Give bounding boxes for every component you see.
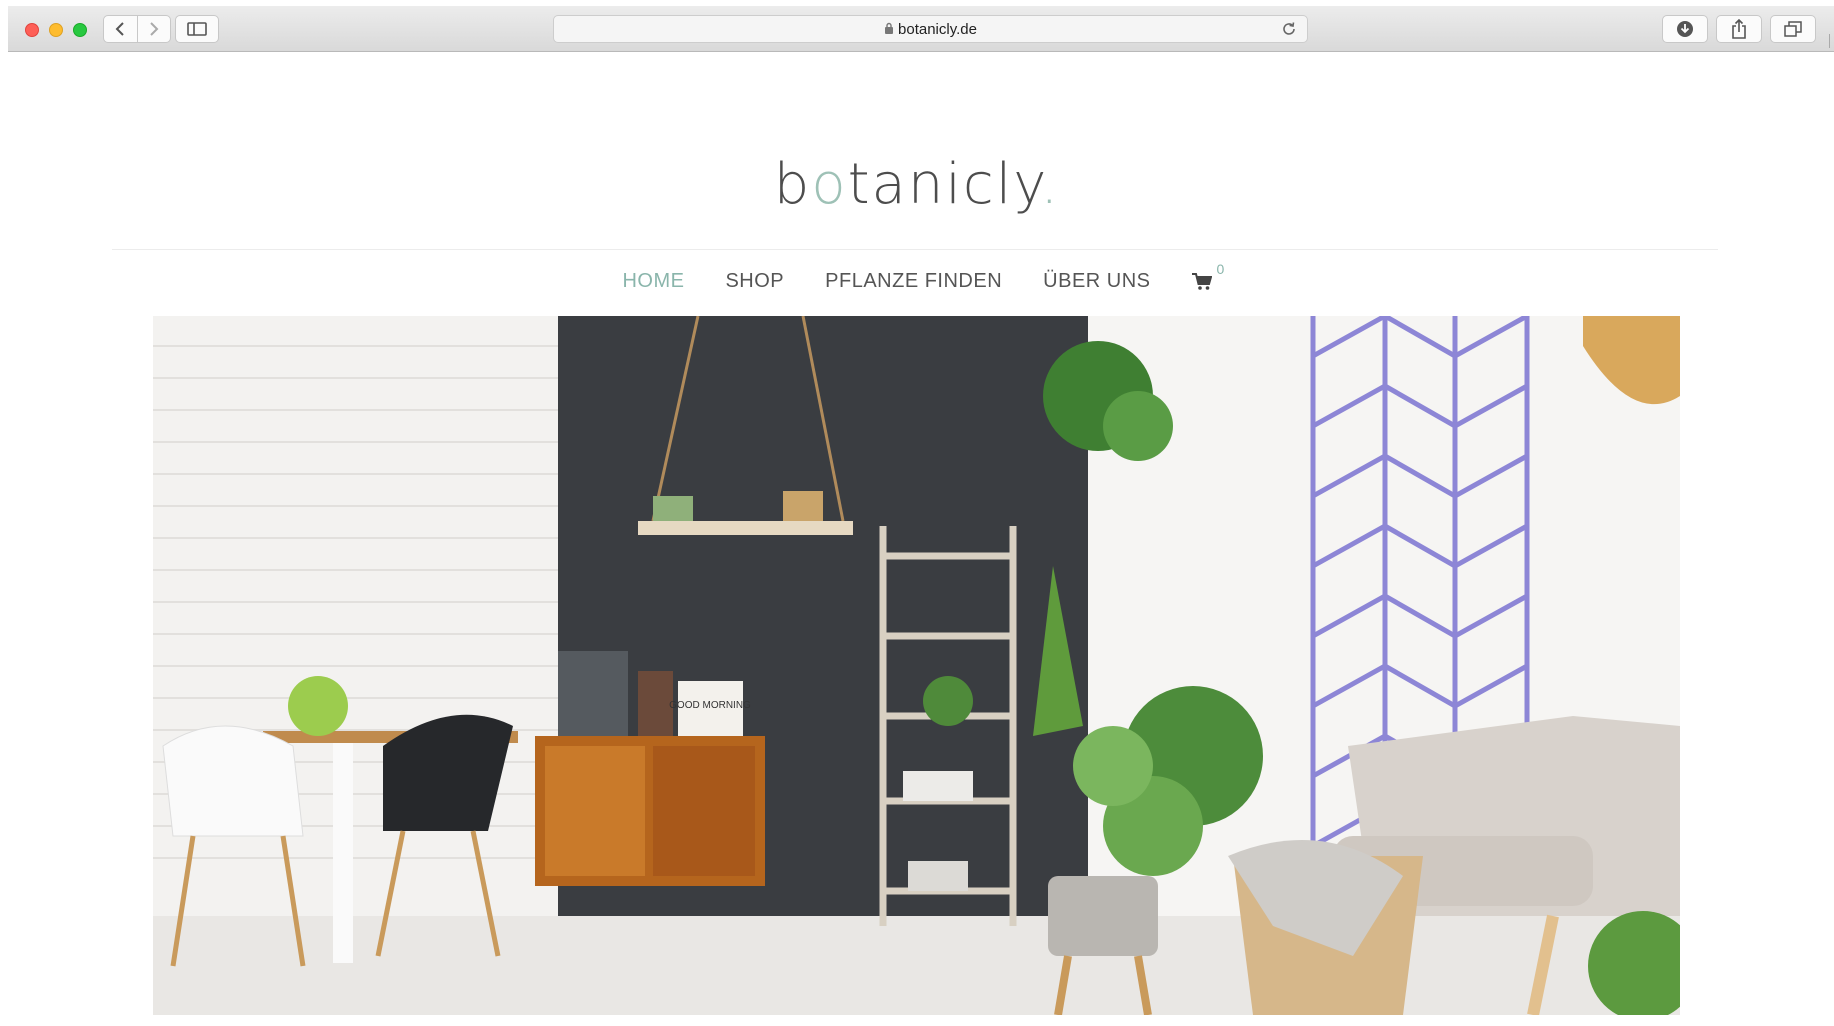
white-chair [162,725,304,837]
browser-toolbar: botanicly.de [8,6,1834,52]
hanging-shelf [638,521,853,535]
history-nav [103,15,171,43]
hero-image: GOOD MORNING [153,316,1680,1015]
forward-button[interactable] [136,16,171,42]
sidebar-icon [187,22,207,36]
address-bar[interactable]: botanicly.de [553,15,1308,43]
sign-text: GOOD MORNING [669,700,751,711]
cart-count-badge: 0 [1216,260,1225,277]
tabs-icon [1784,21,1802,37]
coffee-machine [558,651,628,736]
logo-text: tanicly [847,152,1041,217]
share-button[interactable] [1716,15,1762,43]
minimize-window-button[interactable] [49,23,63,37]
nav-home[interactable]: HOME [622,270,684,293]
share-icon [1732,19,1746,39]
back-button[interactable] [104,16,137,42]
nav-ueber-uns[interactable]: ÜBER UNS [1043,270,1150,293]
back-icon [115,22,124,36]
logo-accent-o: o [811,152,848,217]
tabs-overview-button[interactable] [1770,15,1816,43]
close-window-button[interactable] [25,23,39,37]
logo-dot: . [1040,152,1061,217]
sidebar-button[interactable] [175,15,219,43]
window-edge [1829,34,1834,48]
forward-icon [150,22,159,36]
floor [153,906,1680,1015]
nav-shop[interactable]: SHOP [725,270,784,293]
lock-icon [885,22,894,34]
url-text: botanicly.de [898,21,977,38]
zoom-window-button[interactable] [73,23,87,37]
apple-bowl [288,676,348,736]
reload-icon[interactable] [1281,21,1297,37]
nav-pflanze-finden[interactable]: PFLANZE FINDEN [825,270,1002,293]
site-logo[interactable]: botanicly. [0,152,1834,217]
logo-letter-b: b [773,152,812,217]
main-nav: HOME SHOP PFLANZE FINDEN ÜBER UNS 0 [0,261,1834,293]
cart-button[interactable]: 0 [1191,261,1224,291]
downloads-button[interactable] [1662,15,1708,43]
header-divider [112,249,1718,250]
cart-icon [1191,272,1212,290]
download-icon [1677,21,1693,37]
stool [1048,876,1158,956]
